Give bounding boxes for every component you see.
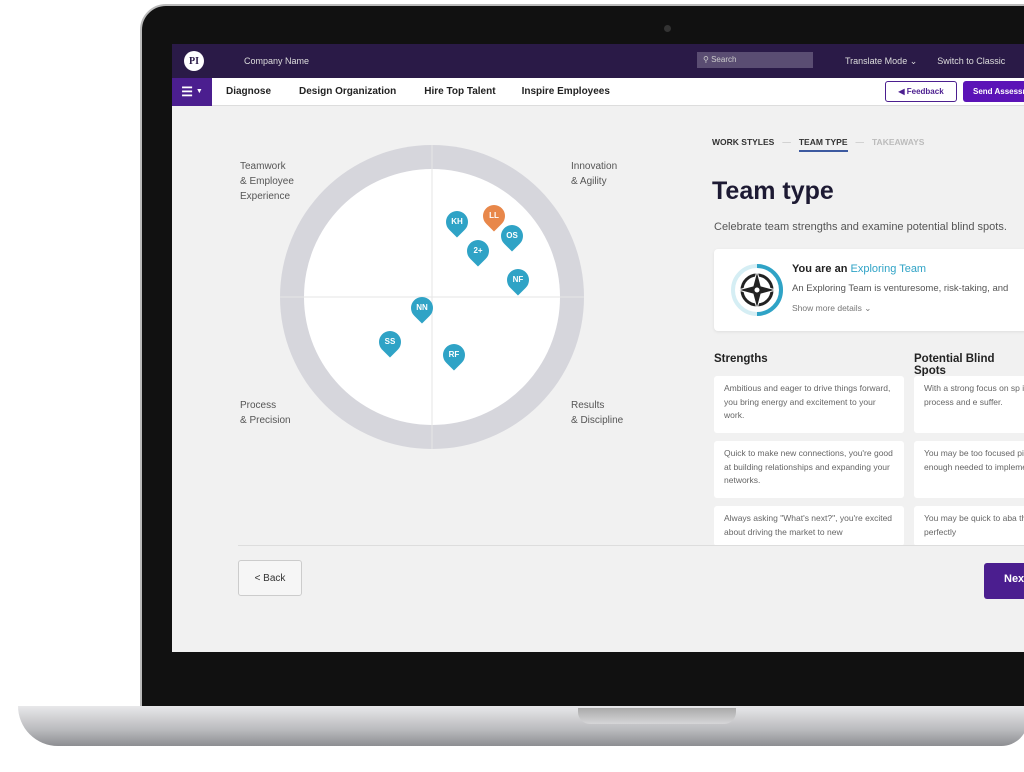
step-work-styles[interactable]: WORK STYLES — [712, 137, 774, 152]
step-team-type[interactable]: TEAM TYPE — [798, 137, 848, 152]
step-takeaways[interactable]: TAKEAWAYS — [872, 137, 924, 152]
pin-initials: 2+ — [473, 246, 483, 255]
quadrant-process: Process & Precision — [240, 400, 291, 426]
team-type-card: You are an Exploring Team An Exploring T… — [714, 249, 1024, 331]
strength-item: Always asking "What's next?", you're exc… — [714, 506, 904, 546]
team-member-pin[interactable]: NF — [502, 264, 534, 296]
pin-initials: NF — [512, 275, 524, 284]
pin-initials: RF — [448, 350, 460, 359]
pin-initials: SS — [384, 337, 396, 346]
footer-divider — [238, 545, 1024, 546]
team-member-pin[interactable]: SS — [374, 326, 406, 358]
team-member-pin[interactable]: RF — [438, 339, 470, 371]
quadrant-results: Results & Discipline — [571, 400, 624, 426]
quadrant-teamwork: Teamwork & Employee Experience — [240, 161, 294, 202]
blind-spots-heading: Potential Blind Spots — [914, 353, 995, 377]
strengths-heading: Strengths — [714, 353, 768, 365]
blind-spot-item: With a strong focus on sp innovation, pr… — [914, 376, 1024, 433]
compass-icon — [731, 264, 783, 316]
pin-initials: OS — [506, 231, 518, 240]
team-type-description: An Exploring Team is venturesome, risk-t… — [792, 283, 1009, 294]
pin-initials: NN — [416, 303, 428, 312]
pin-initials: LL — [489, 211, 499, 220]
show-more-details-link[interactable]: Show more details ⌄ — [792, 303, 871, 314]
blind-spot-item: You may be too focused picture–and not e… — [914, 441, 1024, 498]
team-member-pin[interactable]: NN — [406, 292, 438, 324]
strength-item: Quick to make new connections, you're go… — [714, 441, 904, 498]
quadrant-innovation: Innovation & Agility — [571, 161, 618, 187]
team-member-pin[interactable]: KH — [441, 206, 473, 238]
back-button[interactable]: < Back — [238, 560, 302, 596]
progress-steps: WORK STYLES — TEAM TYPE — TAKEAWAYS — [712, 137, 924, 152]
laptop-notch — [578, 708, 736, 724]
page-title: Team type — [712, 177, 834, 205]
strength-item: Ambitious and eager to drive things forw… — [714, 376, 904, 433]
team-type-heading: You are an Exploring Team — [792, 263, 927, 275]
pin-initials: KH — [451, 217, 463, 226]
laptop-base — [18, 706, 1024, 746]
page-subtitle: Celebrate team strengths and examine pot… — [714, 221, 1007, 233]
blind-spot-item: You may be quick to aba they don't work … — [914, 506, 1024, 546]
app-screen: PI Company Name ⚲ Search Translate Mode … — [172, 44, 1024, 652]
next-button[interactable]: Next — [984, 563, 1024, 599]
camera — [664, 25, 671, 32]
team-member-pin[interactable]: 2+ — [462, 235, 494, 267]
team-member-pin[interactable]: OS — [496, 220, 528, 252]
